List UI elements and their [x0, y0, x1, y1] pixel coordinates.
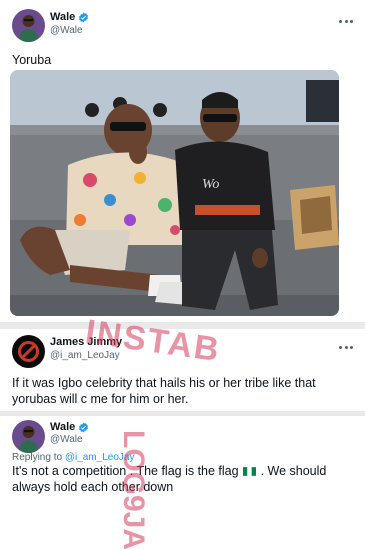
wale-avatar[interactable] — [12, 9, 45, 42]
replying-prefix: Replying to — [12, 452, 63, 463]
tweet3-author-row: Wale — [50, 421, 89, 434]
svg-text:Wo: Wo — [202, 177, 219, 192]
james-jimmy-avatar[interactable] — [12, 335, 45, 368]
tweet1-author-row: Wale — [50, 11, 89, 24]
tweet3-author-handle[interactable]: @Wale — [50, 434, 83, 446]
tweet2-author-row: James Jimmy — [50, 336, 122, 349]
tweet3-text: It's not a competition . The flag is the… — [12, 463, 332, 495]
tweet2-author-name[interactable]: James Jimmy — [50, 336, 122, 349]
tweet1-text: Yoruba — [12, 53, 52, 67]
tweet3-text-part1: It's not a competition . The flag is the… — [12, 464, 239, 478]
verified-badge-icon — [79, 12, 89, 23]
verified-badge-icon — [79, 422, 89, 433]
tweet1-photo[interactable]: Wo — [10, 70, 339, 316]
more-options-icon[interactable] — [339, 346, 353, 350]
divider — [0, 411, 365, 416]
tweet2-author-handle[interactable]: @i_am_LeoJay — [50, 350, 120, 362]
tweet2-text: If it was Igbo celebrity that hails his … — [12, 376, 316, 406]
replying-to: Replying to @i_am_LeoJay — [12, 452, 134, 463]
tweet1-author-handle[interactable]: @Wale — [50, 25, 83, 37]
wale-reply-avatar[interactable] — [12, 420, 45, 453]
divider — [0, 322, 365, 329]
replying-handle-link[interactable]: @i_am_LeoJay — [65, 452, 135, 463]
tweet1-author-name[interactable]: Wale — [50, 11, 75, 24]
tweet3-author-name[interactable]: Wale — [50, 421, 75, 434]
more-options-icon[interactable] — [339, 20, 353, 24]
nigeria-flag-icon — [243, 467, 257, 476]
